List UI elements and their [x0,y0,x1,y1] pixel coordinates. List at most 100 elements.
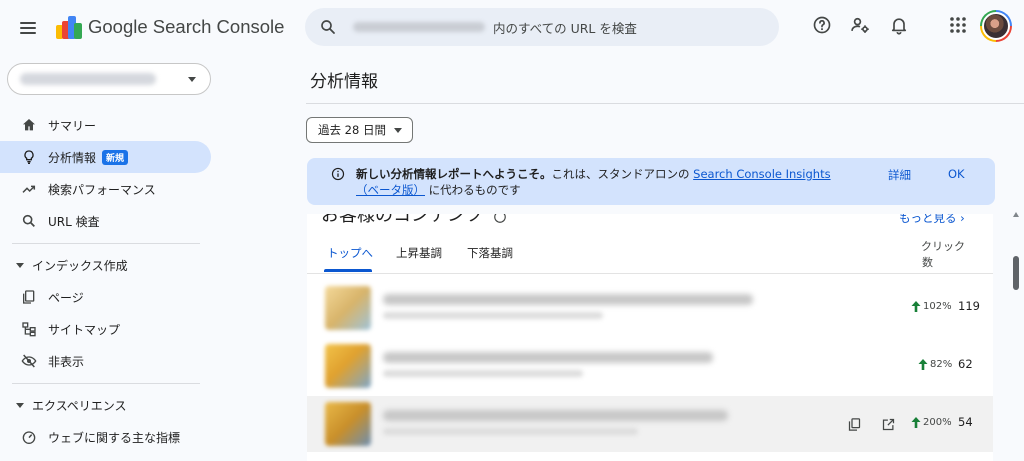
page-title-text [383,294,753,305]
date-range-button[interactable]: 過去 28 日間 [306,117,413,143]
page-url-text [383,370,583,377]
table-row[interactable]: 82% 62 [307,338,993,394]
date-range-label: 過去 28 日間 [318,123,386,137]
nav-insights[interactable]: 分析情報 新規 [0,141,211,173]
title-divider [306,103,1024,104]
nav-sitemaps-label: サイトマップ [48,322,121,337]
your-content-card: お客様のコンテンツ もっと見る › トップへ 上昇基調 下落基調 クリック 数 … [307,214,993,461]
banner-details-button[interactable]: 詳細 [888,167,911,183]
clicks-value: 54 [958,415,973,429]
nav-pages-label: ページ [48,290,84,305]
property-url [20,73,156,85]
clicks-value: 119 [958,299,980,313]
help-icon[interactable] [811,14,833,36]
menu-icon[interactable] [14,14,42,42]
search-console-logo-icon [56,16,82,39]
banner-ok-button[interactable]: OK [948,167,965,181]
nav-section-indexing-label: インデックス作成 [32,258,128,273]
sitemap-icon [21,321,37,337]
scrollbar[interactable] [1013,212,1019,461]
change-indicator: 102% [911,301,952,312]
nav-summary-label: サマリー [48,118,97,133]
nav-url-inspection-label: URL 検査 [48,214,100,229]
tab-trending-down[interactable]: 下落基調 [467,245,513,261]
info-icon [331,167,345,181]
welcome-banner: 新しい分析情報レポートへようこそ。これは、スタンドアロンの Search Con… [307,158,995,205]
arrow-up-icon [911,417,921,428]
banner-lead: 新しい分析情報レポートへようこそ。 [356,167,552,181]
pages-icon [21,289,37,305]
nav-sitemaps[interactable]: サイトマップ [0,313,211,345]
caret-down-icon [188,77,196,82]
product-name: Google Search Console [88,16,285,37]
table-row[interactable]: 200% 54 [307,396,993,452]
nav-pages[interactable]: ページ [0,281,211,313]
collapse-icon [16,402,24,408]
nav-url-inspection[interactable]: URL 検査 [0,205,211,237]
nav-section-experience-label: エクスペリエンス [32,398,127,413]
active-tab-indicator [324,269,372,272]
banner-message: 新しい分析情報レポートへようこそ。これは、スタンドアロンの Search Con… [356,166,836,198]
arrow-up-icon [918,359,928,370]
page-thumbnail [325,402,371,446]
page-title: 分析情報 [310,72,378,92]
top-app-bar: Google Search Console 内のすべての URL を検査 [0,0,1024,56]
page-url-text [383,312,603,319]
table-row[interactable]: 102% 119 [307,280,993,336]
page-url-text [383,428,638,435]
nav-removals-label: 非表示 [48,354,85,369]
page-thumbnail [325,344,371,388]
nav-section-indexing[interactable]: インデックス作成 [0,251,211,279]
tab-top[interactable]: トップへ [327,245,373,261]
change-percent: 200% [923,417,952,428]
nav-removals[interactable]: 非表示 [0,345,211,377]
url-inspection-search[interactable]: 内のすべての URL を検査 [305,8,779,46]
trending-up-icon [21,181,37,197]
speed-gauge-icon [21,429,37,445]
home-icon [21,117,37,133]
property-selector[interactable] [7,63,211,95]
copy-icon[interactable] [845,415,863,433]
nav-performance-label: 検索パフォーマンス [48,182,156,197]
scrollbar-thumb[interactable] [1013,256,1019,290]
change-percent: 82% [930,359,953,370]
scroll-up-arrow-icon[interactable] [1013,212,1019,217]
visibility-off-icon [21,353,37,369]
help-icon[interactable] [493,214,507,224]
nav-section-experience[interactable]: エクスペリエンス [0,391,211,419]
clicks-header-line2: 数 [922,256,933,269]
tab-trending-up[interactable]: 上昇基調 [396,245,442,261]
see-more-link[interactable]: もっと見る › [899,214,965,226]
page-thumbnail [325,286,371,330]
banner-body: これは、スタンドアロンの [551,167,690,181]
page-title-text [383,410,728,421]
nav-summary[interactable]: サマリー [0,109,211,141]
apps-icon[interactable] [947,14,969,36]
account-avatar[interactable] [980,10,1012,42]
nav-divider [12,243,200,244]
nav-divider [12,383,200,384]
search-icon [321,20,335,34]
banner-tail: に代わるものです [428,183,521,197]
change-indicator: 200% [911,417,952,428]
open-in-new-icon[interactable] [879,415,897,433]
nav-performance[interactable]: 検索パフォーマンス [0,173,211,205]
page-title-text [383,352,713,363]
row-actions [845,415,897,433]
change-percent: 102% [923,301,952,312]
collapse-icon [16,262,24,268]
search-property-url [353,22,485,32]
clicks-value: 62 [958,357,973,371]
change-indicator: 82% [918,359,952,370]
see-more-label: もっと見る [899,214,957,225]
clicks-header-line1: クリック [921,240,965,253]
notifications-icon[interactable] [888,14,910,36]
lightbulb-icon [21,149,37,165]
card-divider [307,273,993,274]
user-settings-icon[interactable] [849,14,871,36]
caret-down-icon [394,128,402,133]
clicks-column-header: クリック 数 [921,239,965,271]
card-title: お客様のコンテンツ [321,214,483,226]
nav-web-vitals[interactable]: ウェブに関する主な指標 [0,421,211,453]
nav-insights-label: 分析情報 [48,150,97,165]
